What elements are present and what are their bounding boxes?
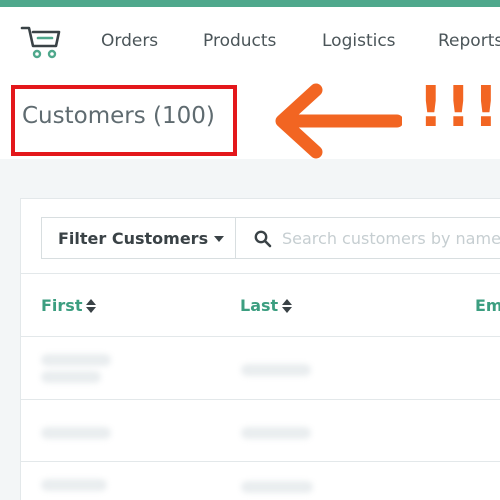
exclamation-marks: !!! [418, 75, 500, 140]
blurred-cell [41, 354, 111, 366]
column-header-label: First [41, 296, 83, 315]
filter-customers-button[interactable]: Filter Customers [42, 218, 236, 258]
arrow-left-icon [275, 83, 402, 159]
top-accent-bar [0, 0, 500, 7]
highlight-box [11, 85, 237, 156]
nav-orders[interactable]: Orders [101, 31, 158, 51]
blurred-cell [41, 371, 101, 383]
column-header-label: Em [475, 296, 500, 315]
column-header-last[interactable]: Last [240, 296, 293, 315]
blurred-cell [241, 481, 313, 493]
shopping-cart-icon[interactable] [20, 24, 62, 60]
column-header-email[interactable]: Em [475, 296, 500, 315]
blurred-cell [241, 427, 311, 439]
nav-logistics[interactable]: Logistics [322, 31, 396, 51]
nav-reports[interactable]: Reports [438, 31, 500, 51]
blurred-cell [241, 364, 311, 376]
filter-bar: Filter Customers [41, 217, 500, 259]
customers-card: Filter Customers First Last Em [20, 198, 500, 500]
caret-down-icon [214, 236, 225, 242]
blurred-cell [41, 427, 111, 439]
divider [21, 336, 500, 337]
column-header-first[interactable]: First [41, 296, 97, 315]
divider [21, 461, 500, 462]
search-icon [254, 230, 272, 248]
sort-icon [282, 298, 293, 313]
nav-products[interactable]: Products [203, 31, 276, 51]
column-header-label: Last [240, 296, 279, 315]
sort-icon [86, 298, 97, 313]
divider [21, 399, 500, 400]
top-navbar: Orders Products Logistics Reports [0, 7, 500, 77]
blurred-cell [41, 479, 107, 491]
search-input[interactable] [282, 219, 500, 257]
divider [21, 273, 500, 274]
filter-button-label: Filter Customers [58, 228, 209, 248]
